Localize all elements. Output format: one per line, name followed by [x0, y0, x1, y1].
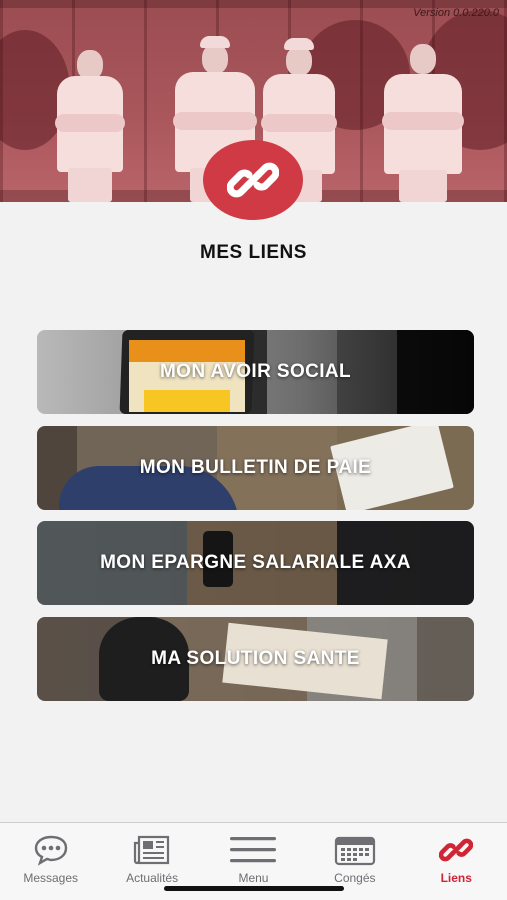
link-icon — [227, 162, 279, 198]
link-badge — [203, 140, 303, 220]
tab-label: Menu — [238, 871, 269, 885]
hamburger-menu-icon — [230, 837, 277, 863]
app-version: Version 0.0.220.0 — [413, 7, 499, 19]
tab-menu[interactable]: Menu — [208, 833, 298, 885]
staff-photo-person — [52, 42, 128, 202]
tab-label: Congés — [334, 871, 376, 885]
link-card-label: MA SOLUTION SANTE — [151, 648, 360, 669]
link-card-bulletin-de-paie[interactable]: MON BULLETIN DE PAIE — [37, 426, 474, 510]
link-card-label: MON EPARGNE SALARIALE AXA — [100, 552, 411, 573]
page-title: MES LIENS — [200, 242, 307, 263]
tab-conges[interactable]: Congés — [310, 833, 400, 885]
chat-bubble-icon — [34, 835, 67, 866]
tab-label: Actualités — [126, 871, 179, 885]
link-card-label: MON AVOIR SOCIAL — [159, 361, 352, 382]
calendar-icon — [334, 836, 375, 866]
staff-photo-person — [380, 34, 466, 202]
newspaper-icon — [133, 835, 170, 865]
tab-label: Liens — [440, 871, 472, 885]
tab-liens[interactable]: Liens — [411, 833, 501, 885]
tab-label: Messages — [23, 871, 79, 885]
link-card-label: MON BULLETIN DE PAIE — [139, 457, 372, 478]
link-card-epargne-salariale[interactable]: MON EPARGNE SALARIALE AXA — [37, 521, 474, 605]
tab-messages[interactable]: Messages — [6, 833, 96, 885]
link-card-avoir-social[interactable]: MON AVOIR SOCIAL — [37, 330, 474, 414]
link-card-solution-sante[interactable]: MA SOLUTION SANTE — [37, 617, 474, 701]
tab-actualites[interactable]: Actualités — [107, 833, 197, 885]
home-indicator[interactable] — [164, 886, 344, 891]
link-icon — [439, 838, 474, 862]
